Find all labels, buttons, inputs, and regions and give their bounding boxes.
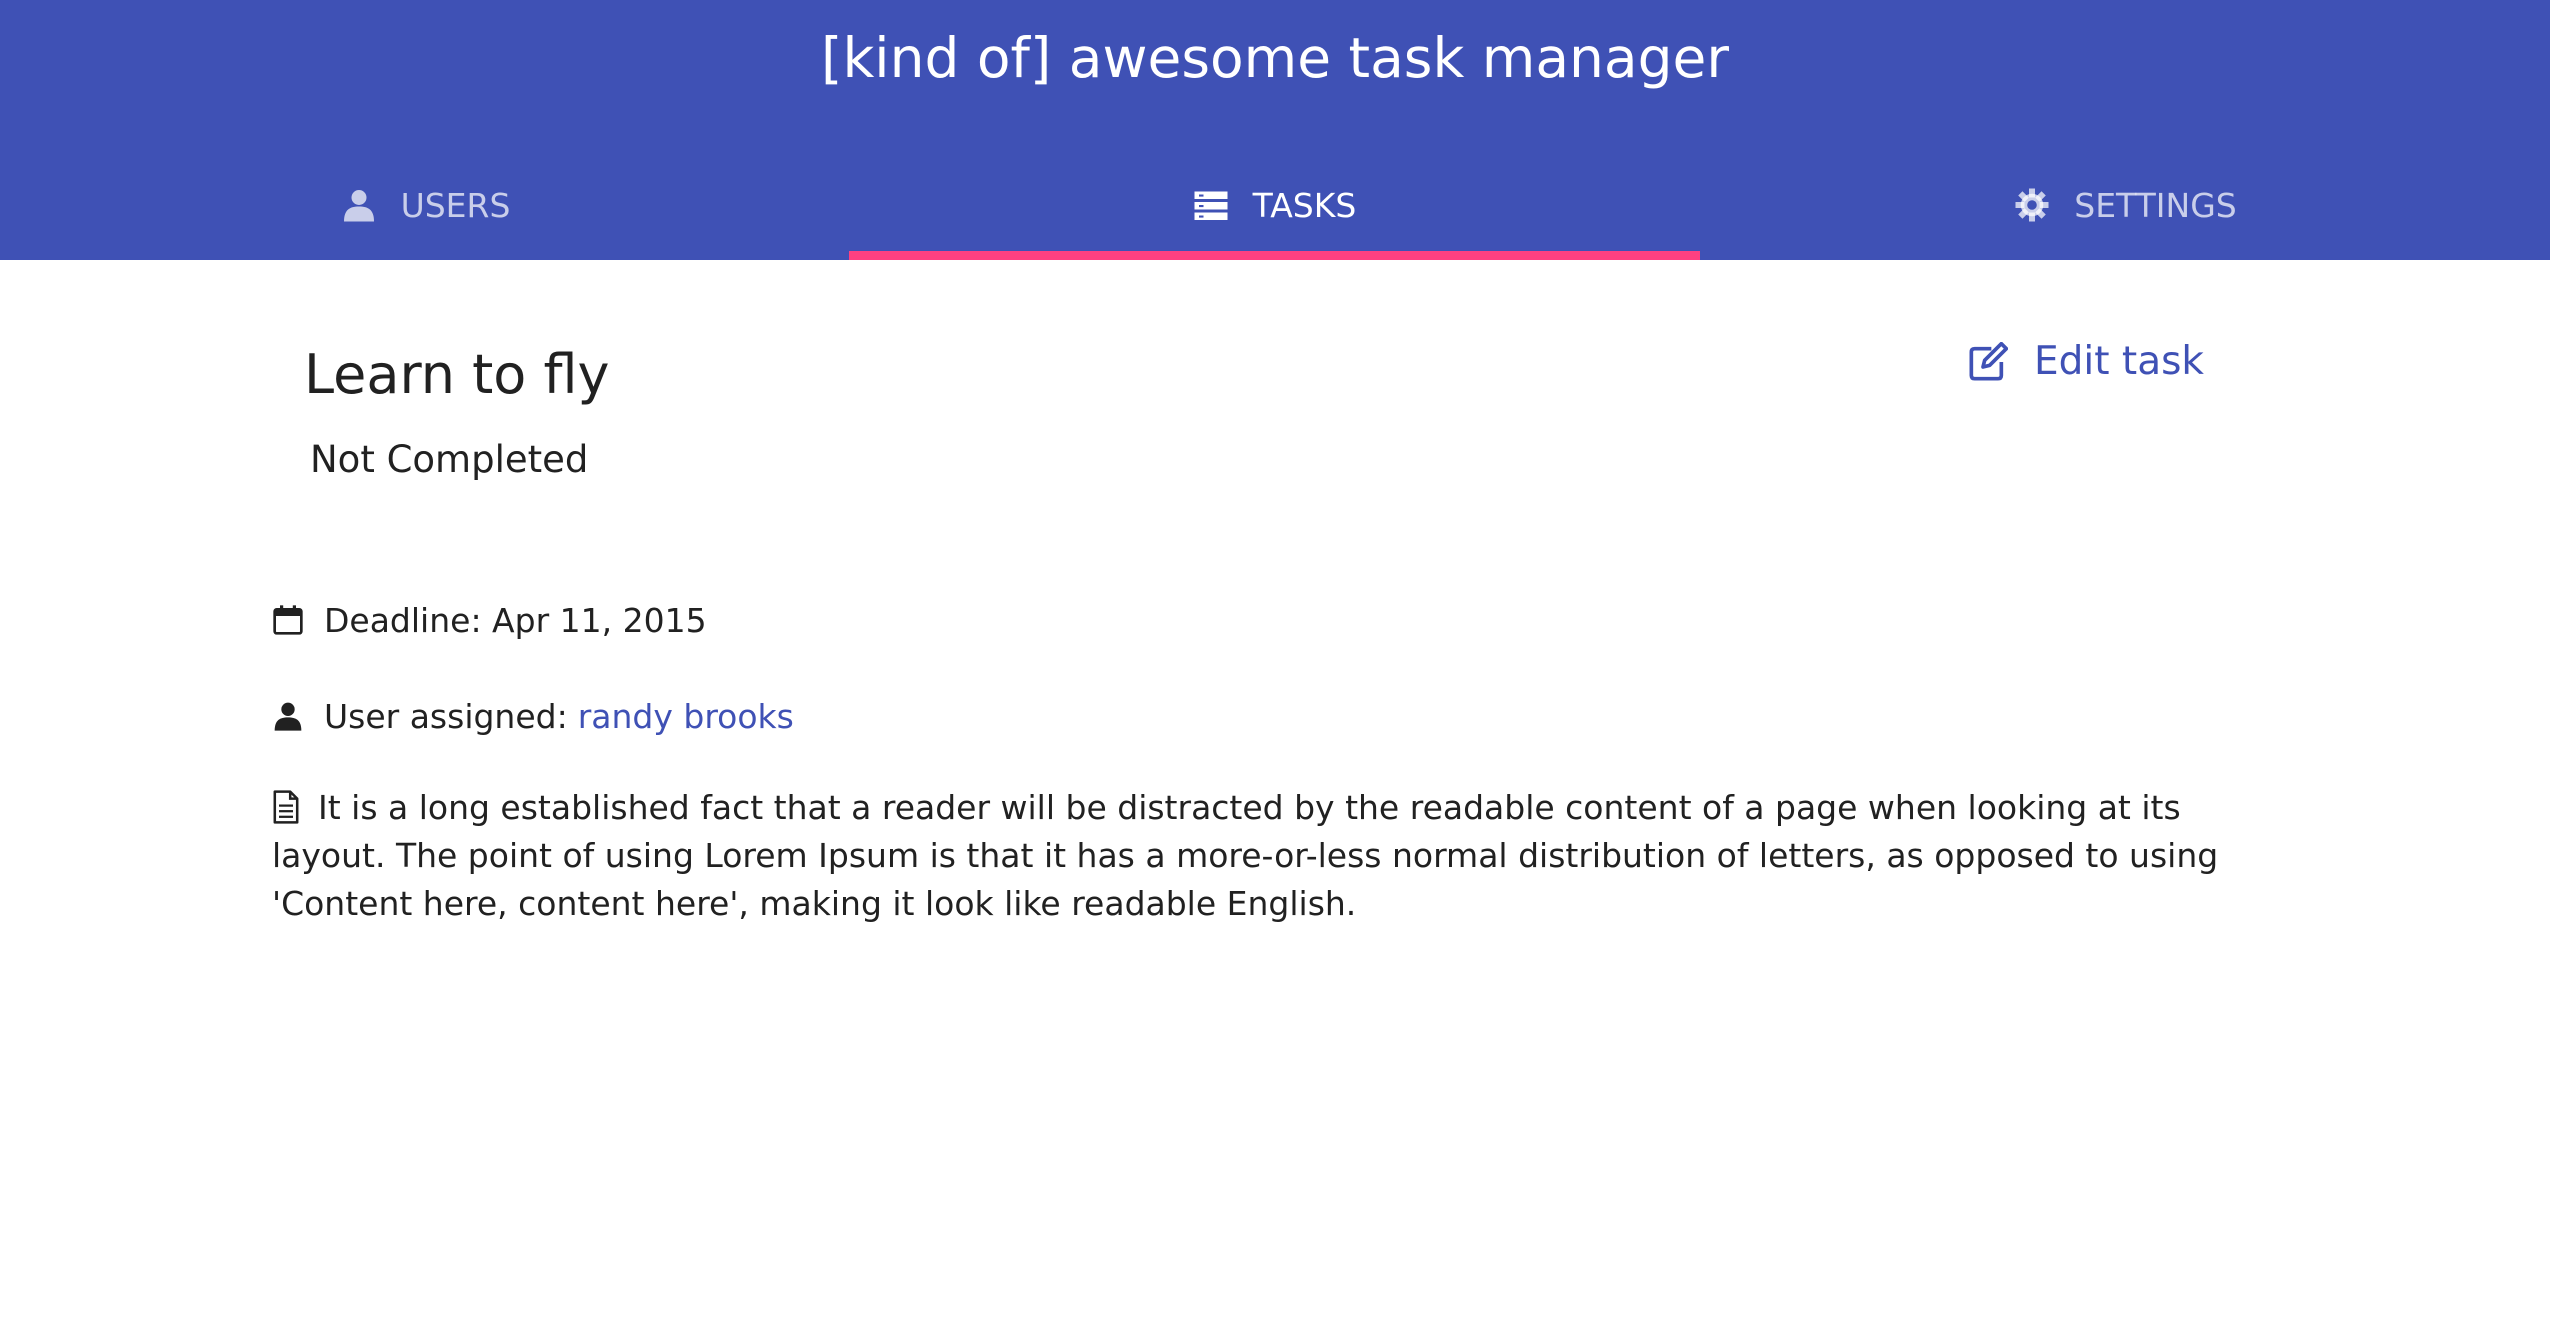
task-title: Learn to fly: [304, 343, 610, 406]
task-description: It is a long established fact that a rea…: [272, 784, 2292, 928]
task-status: Not Completed: [310, 438, 589, 481]
user-assigned-label: User assigned:: [324, 696, 568, 736]
user-row: User assigned: randy brooks: [272, 686, 794, 746]
edit-icon: [1969, 342, 2008, 381]
tab-users[interactable]: USERS: [0, 150, 851, 260]
gear-icon: [2015, 188, 2049, 222]
tab-users-label: USERS: [400, 185, 511, 225]
task-description-text: It is a long established fact that a rea…: [272, 788, 2219, 923]
edit-task-label: Edit task: [2034, 339, 2205, 384]
assigned-user-link[interactable]: randy brooks: [578, 697, 794, 736]
deadline-row: Deadline: Apr 11, 2015: [272, 590, 707, 650]
list-icon: [1194, 191, 1228, 220]
tab-settings[interactable]: SETTINGS: [1700, 150, 2550, 260]
active-tab-indicator: [849, 251, 1700, 260]
user-icon: [274, 702, 302, 731]
deadline-text: Deadline: Apr 11, 2015: [324, 600, 707, 640]
user-icon: [343, 190, 374, 222]
document-icon: [273, 790, 299, 824]
tab-tasks[interactable]: TASKS: [849, 150, 1700, 260]
tab-settings-label: SETTINGS: [2074, 185, 2237, 225]
edit-task-button[interactable]: Edit task: [1968, 330, 2204, 394]
app-header: [kind of] awesome task manager USERS TAS…: [0, 0, 2550, 260]
calendar-icon: [273, 605, 303, 635]
app-title: [kind of] awesome task manager: [821, 26, 1729, 90]
tab-tasks-label: TASKS: [1252, 185, 1357, 225]
